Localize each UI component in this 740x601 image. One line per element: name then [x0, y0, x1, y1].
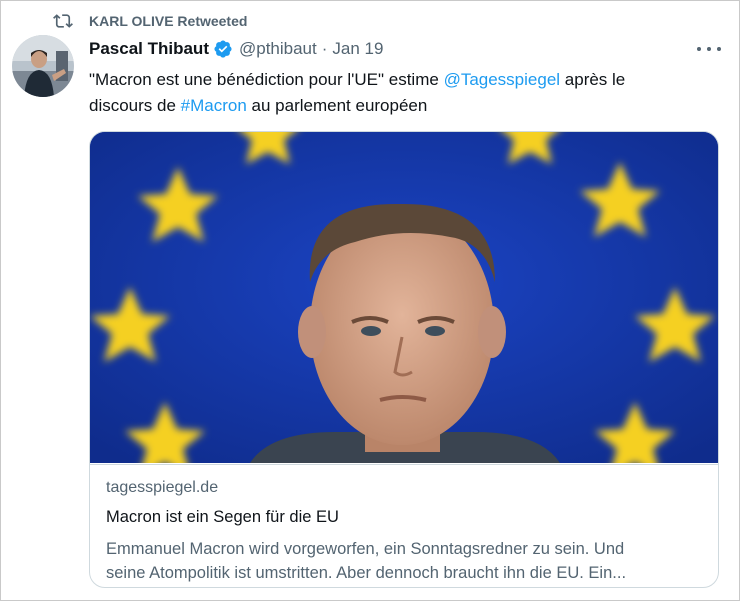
- tweet-text-part: "Macron est une bénédiction pour l'UE" e…: [89, 70, 444, 89]
- tweet-header: Pascal Thibaut @pthibaut · Jan 19: [89, 37, 383, 61]
- card-description-line: Emmanuel Macron wird vorgeworfen, ein So…: [106, 540, 625, 558]
- mention-link[interactable]: @Tagesspiegel: [444, 70, 561, 89]
- author-name[interactable]: Pascal Thibaut: [89, 39, 209, 59]
- retweet-header: KARL OLIVE Retweeted: [53, 11, 247, 31]
- link-card[interactable]: tagesspiegel.de Macron ist ein Segen für…: [89, 131, 719, 588]
- card-body[interactable]: tagesspiegel.de Macron ist ein Segen für…: [90, 464, 718, 587]
- separator-dot: ·: [321, 39, 328, 58]
- more-options-icon[interactable]: [697, 39, 721, 59]
- verified-badge-icon: [214, 40, 232, 58]
- tweet-text: "Macron est une bénédiction pour l'UE" e…: [89, 67, 719, 119]
- retweet-icon: [53, 14, 73, 28]
- hashtag-link[interactable]: #Macron: [181, 96, 247, 115]
- card-description-line: seine Atompolitik ist umstritten. Aber d…: [106, 564, 627, 582]
- tweet-date[interactable]: Jan 19: [332, 39, 383, 59]
- tweet-text-part: discours de: [89, 96, 181, 115]
- avatar[interactable]: [12, 35, 74, 97]
- tweet-text-part: au parlement européen: [246, 96, 428, 115]
- tweet[interactable]: KARL OLIVE Retweeted Pascal Thibaut @pth…: [0, 0, 740, 601]
- card-domain: tagesspiegel.de: [106, 479, 219, 496]
- card-title: Macron ist ein Segen für die EU: [106, 508, 339, 526]
- card-description: Emmanuel Macron wird vorgeworfen, ein So…: [106, 537, 704, 585]
- author-handle[interactable]: @pthibaut: [239, 39, 317, 59]
- card-image[interactable]: [90, 132, 718, 463]
- retweet-label[interactable]: KARL OLIVE Retweeted: [89, 13, 247, 29]
- tweet-text-part: après le: [560, 70, 626, 89]
